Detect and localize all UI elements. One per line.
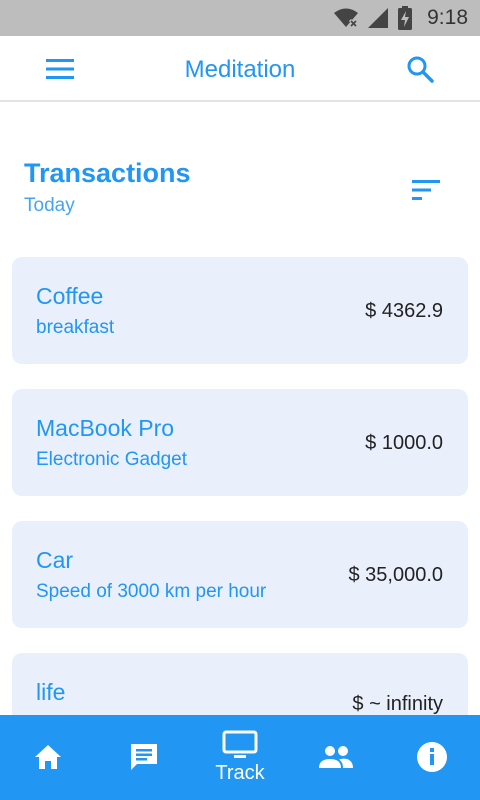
battery-charging-icon xyxy=(397,6,413,30)
sort-icon xyxy=(412,180,440,200)
transaction-card[interactable]: Car Speed of 3000 km per hour $ 35,000.0 xyxy=(12,521,468,628)
chat-icon xyxy=(131,743,157,770)
info-icon xyxy=(417,741,447,772)
nav-track[interactable]: Track xyxy=(192,715,288,800)
transaction-amount: $ 4362.9 xyxy=(365,300,443,322)
transaction-card[interactable]: Coffee breakfast $ 4362.9 xyxy=(12,257,468,364)
transaction-card[interactable]: MacBook Pro Electronic Gadget $ 1000.0 xyxy=(12,389,468,496)
status-time: 9:18 xyxy=(427,6,468,29)
search-button[interactable] xyxy=(400,54,440,84)
nav-chat[interactable] xyxy=(96,715,192,800)
transaction-list: Coffee breakfast $ 4362.9 MacBook Pro El… xyxy=(12,257,468,785)
transaction-description: Speed of 3000 km per hour xyxy=(36,581,267,602)
nav-track-label: Track xyxy=(215,762,265,784)
transaction-name: Car xyxy=(36,547,74,573)
app-bar: Meditation xyxy=(0,36,480,102)
nav-people[interactable] xyxy=(288,715,384,800)
transaction-name: Coffee xyxy=(36,283,104,309)
transaction-description: breakfast xyxy=(36,317,115,338)
transaction-name: life xyxy=(36,679,66,705)
search-icon xyxy=(407,56,434,83)
people-icon xyxy=(319,745,353,768)
status-bar: 9:18 xyxy=(0,0,480,36)
transaction-description: Electronic Gadget xyxy=(36,449,188,470)
screen: 9:18 Meditation Transactions Today Coffe… xyxy=(0,0,480,800)
bottom-navigation: Track xyxy=(0,715,480,800)
sort-button[interactable] xyxy=(412,180,444,204)
section-title: Transactions xyxy=(24,158,191,188)
home-icon xyxy=(35,744,61,769)
section-header: Transactions Today xyxy=(24,158,456,228)
transaction-amount: $ 35,000.0 xyxy=(348,564,443,586)
nav-info[interactable] xyxy=(384,715,480,800)
transaction-amount: $ ~ infinity xyxy=(352,693,443,715)
transaction-amount: $ 1000.0 xyxy=(365,432,443,454)
section-subtitle: Today xyxy=(24,195,75,216)
wifi-off-icon xyxy=(333,7,359,29)
nav-home[interactable] xyxy=(0,715,96,800)
monitor-icon xyxy=(222,730,258,758)
transaction-name: MacBook Pro xyxy=(36,415,175,441)
signal-icon xyxy=(367,7,389,29)
